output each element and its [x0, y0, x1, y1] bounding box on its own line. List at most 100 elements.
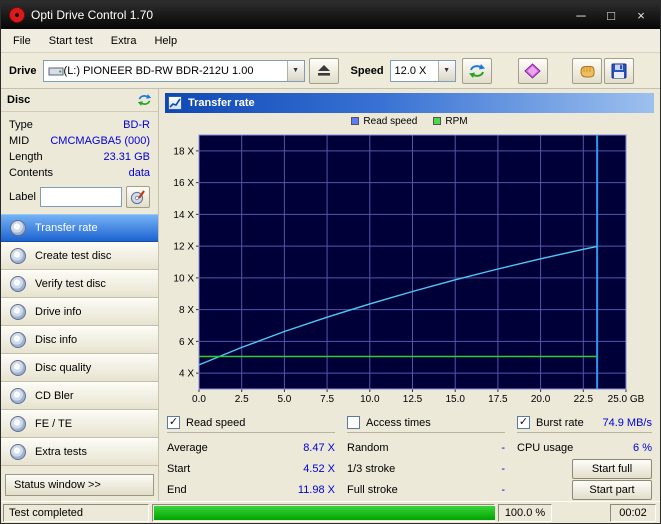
svg-text:14 X: 14 X	[173, 210, 194, 221]
svg-text:7.5: 7.5	[320, 394, 334, 405]
svg-text:16 X: 16 X	[173, 178, 194, 189]
sidebar-item-disc-quality[interactable]: Disc quality	[1, 354, 158, 382]
checkbox-label: Burst rate	[536, 417, 584, 429]
menu-start-test[interactable]: Start test	[40, 31, 102, 51]
field-value: BD-R	[123, 119, 150, 131]
disc-field-contents: Contents data	[9, 165, 150, 181]
svg-text:22.5: 22.5	[574, 394, 594, 405]
status-text: Test completed	[3, 504, 149, 522]
field-value: data	[129, 167, 150, 179]
status-window-button[interactable]: Status window >>	[5, 474, 154, 496]
write-label-button[interactable]	[126, 186, 150, 208]
disc-quality-tool-button[interactable]	[518, 58, 548, 84]
app-window: Opti Drive Control 1.70 ─ □ × File Start…	[0, 0, 661, 524]
speed-value: 12.0 X	[395, 65, 434, 77]
sidebar-item-transfer-rate[interactable]: Transfer rate	[1, 214, 158, 242]
menu-help[interactable]: Help	[145, 31, 186, 51]
maximize-button[interactable]: □	[596, 4, 626, 26]
main-panel: Transfer rate Read speed RPM 4 X6 X8 X10…	[159, 89, 660, 501]
app-icon	[9, 7, 25, 23]
disc-field-mid: MID CMCMAGBA5 (000)	[9, 133, 150, 149]
transfer-rate-header-icon	[168, 96, 182, 110]
svg-text:8 X: 8 X	[179, 305, 194, 316]
burst-rate-checkbox[interactable]	[517, 416, 530, 429]
start-part-row: Start part	[517, 479, 652, 500]
disc-fields: Type BD-R MID CMCMAGBA5 (000) Length 23.…	[1, 112, 158, 183]
stat-end: End 11.98 X	[167, 479, 335, 500]
chart-legend: Read speed RPM	[165, 113, 654, 129]
speed-label: Speed	[351, 65, 384, 77]
stat-random: Random -	[347, 437, 505, 458]
disc-label-row: Label	[1, 183, 158, 214]
disc-panel-title: Disc	[7, 94, 137, 106]
elapsed-time: 00:02	[610, 504, 656, 522]
hand-disc-button[interactable]	[572, 58, 602, 84]
sidebar-item-extra-tests[interactable]: Extra tests	[1, 438, 158, 466]
drive-select[interactable]: (L:) PIONEER BD-RW BDR-212U 1.00 ▼	[43, 60, 305, 82]
dropdown-arrow-icon[interactable]: ▼	[438, 61, 455, 81]
burst-rate-value: 74.9 MB/s	[602, 417, 652, 429]
rpm-swatch	[433, 117, 441, 125]
read-speed-results: Read speed Average 8.47 X Start 4.52 X E…	[167, 415, 335, 500]
gem-icon	[524, 63, 541, 79]
fe-te-icon	[10, 416, 26, 432]
speed-select[interactable]: 12.0 X ▼	[390, 60, 456, 82]
nav-label: Drive info	[35, 306, 81, 318]
sidebar-item-disc-info[interactable]: Disc info	[1, 326, 158, 354]
drive-value: (L:) PIONEER BD-RW BDR-212U 1.00	[64, 65, 283, 77]
disc-label-input[interactable]	[40, 187, 122, 207]
field-value: 23.31 GB	[104, 151, 150, 163]
nav-label: Create test disc	[35, 250, 111, 262]
read-speed-checkbox[interactable]	[167, 416, 180, 429]
nav-label: FE / TE	[35, 418, 72, 430]
nav-label: Verify test disc	[35, 278, 106, 290]
minimize-button[interactable]: ─	[566, 4, 596, 26]
start-part-button[interactable]: Start part	[572, 480, 652, 500]
sidebar-item-fe-te[interactable]: FE / TE	[1, 410, 158, 438]
eject-button[interactable]	[309, 58, 339, 84]
sidebar-item-cd-bler[interactable]: CD Bler	[1, 382, 158, 410]
main-header: Transfer rate	[165, 93, 654, 113]
burst-rate-checkbox-row: Burst rate 74.9 MB/s	[517, 415, 652, 433]
disc-pencil-icon	[130, 189, 146, 205]
eject-icon	[317, 64, 331, 77]
dropdown-arrow-icon[interactable]: ▼	[287, 61, 304, 81]
access-times-checkbox[interactable]	[347, 416, 360, 429]
burst-rate-results: Burst rate 74.9 MB/s CPU usage 6 % Start…	[517, 415, 652, 500]
menu-file[interactable]: File	[4, 31, 40, 51]
svg-text:0.0: 0.0	[192, 394, 206, 405]
menu-extra[interactable]: Extra	[102, 31, 146, 51]
save-icon	[611, 63, 627, 79]
label-field-caption: Label	[9, 191, 36, 203]
transfer-rate-icon	[10, 220, 26, 236]
menubar: File Start test Extra Help	[1, 29, 660, 53]
access-times-checkbox-row: Access times	[347, 415, 505, 433]
legend-rpm: RPM	[433, 116, 467, 127]
close-button[interactable]: ×	[626, 4, 656, 26]
svg-text:15.0: 15.0	[445, 394, 465, 405]
sidebar-item-drive-info[interactable]: Drive info	[1, 298, 158, 326]
disc-field-type: Type BD-R	[9, 117, 150, 133]
start-full-button[interactable]: Start full	[572, 459, 652, 479]
svg-text:20.0: 20.0	[531, 394, 551, 405]
svg-text:10 X: 10 X	[173, 273, 194, 284]
sidebar-item-create-test-disc[interactable]: Create test disc	[1, 242, 158, 270]
legend-read-speed: Read speed	[351, 116, 417, 127]
sidebar-item-verify-test-disc[interactable]: Verify test disc	[1, 270, 158, 298]
field-label: Type	[9, 119, 33, 131]
create-test-disc-icon	[10, 248, 26, 264]
save-button[interactable]	[604, 58, 634, 84]
svg-text:17.5: 17.5	[488, 394, 508, 405]
field-label: Length	[9, 151, 43, 163]
drive-icon	[48, 64, 64, 78]
stat-start: Start 4.52 X	[167, 458, 335, 479]
content: Disc Type BD-R MID CMCMAGBA5 (000) Lengt…	[1, 89, 660, 501]
svg-text:18 X: 18 X	[173, 146, 194, 157]
refresh-disc-icon[interactable]	[137, 93, 152, 107]
svg-text:5.0: 5.0	[277, 394, 291, 405]
drive-info-icon	[10, 304, 26, 320]
main-header-title: Transfer rate	[188, 97, 255, 109]
progress-bar	[152, 504, 495, 522]
nav-label: Extra tests	[35, 446, 87, 458]
refresh-speeds-button[interactable]	[462, 58, 492, 84]
